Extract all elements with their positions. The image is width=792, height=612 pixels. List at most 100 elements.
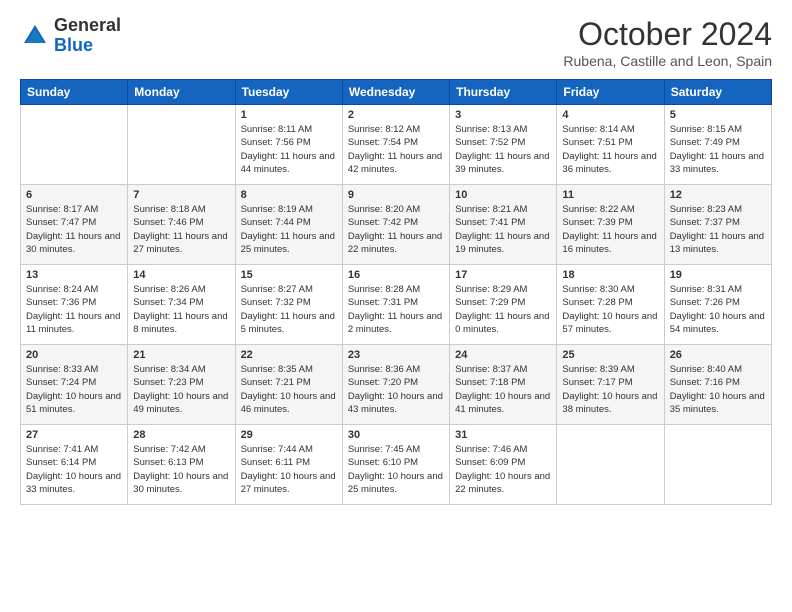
header: General Blue October 2024 Rubena, Castil… [20,16,772,69]
table-cell: 4 Sunrise: 8:14 AM Sunset: 7:51 PM Daylig… [557,105,664,185]
logo-text: General Blue [54,16,121,56]
day-info: Sunrise: 8:20 AM Sunset: 7:42 PM Dayligh… [348,203,444,256]
table-cell: 25 Sunrise: 8:39 AM Sunset: 7:17 PM Dayli… [557,345,664,425]
day-info: Sunrise: 8:19 AM Sunset: 7:44 PM Dayligh… [241,203,337,256]
table-row: 1 Sunrise: 8:11 AM Sunset: 7:56 PM Daylig… [21,105,772,185]
col-friday: Friday [557,80,664,105]
table-cell: 3 Sunrise: 8:13 AM Sunset: 7:52 PM Daylig… [450,105,557,185]
day-info: Sunrise: 8:21 AM Sunset: 7:41 PM Dayligh… [455,203,551,256]
day-number: 24 [455,349,551,361]
table-row: 6 Sunrise: 8:17 AM Sunset: 7:47 PM Daylig… [21,185,772,265]
table-cell: 19Sunrise: 8:31 AM Sunset: 7:26 PM Dayli… [664,265,771,345]
table-cell: 22Sunrise: 8:35 AM Sunset: 7:21 PM Dayli… [235,345,342,425]
month-title: October 2024 [563,16,772,53]
table-cell: 12 Sunrise: 8:23 AM Sunset: 7:37 PM Dayli… [664,185,771,265]
table-cell: 30 Sunrise: 7:45 AM Sunset: 6:10 PM Dayli… [342,425,449,505]
day-number: 12 [670,189,766,201]
header-row: Sunday Monday Tuesday Wednesday Thursday… [21,80,772,105]
col-monday: Monday [128,80,235,105]
day-info: Sunrise: 8:17 AM Sunset: 7:47 PM Dayligh… [26,203,122,256]
table-cell: 13 Sunrise: 8:24 AM Sunset: 7:36 PM Dayli… [21,265,128,345]
table-cell: 28 Sunrise: 7:42 AM Sunset: 6:13 PM Dayli… [128,425,235,505]
day-info: Sunrise: 8:13 AM Sunset: 7:52 PM Dayligh… [455,123,551,176]
table-row: 27 Sunrise: 7:41 AM Sunset: 6:14 PM Dayli… [21,425,772,505]
day-info: Sunrise: 8:33 AM Sunset: 7:24 PM Dayligh… [26,363,122,416]
col-saturday: Saturday [664,80,771,105]
day-info: Sunrise: 8:15 AM Sunset: 7:49 PM Dayligh… [670,123,766,176]
day-number: 27 [26,429,122,441]
day-info: Sunrise: 7:41 AM Sunset: 6:14 PM Dayligh… [26,443,122,496]
day-number: 2 [348,109,444,121]
day-number: 9 [348,189,444,201]
table-cell: 8Sunrise: 8:19 AM Sunset: 7:44 PM Daylig… [235,185,342,265]
day-number: 7 [133,189,229,201]
day-info: Sunrise: 8:24 AM Sunset: 7:36 PM Dayligh… [26,283,122,336]
day-number: 6 [26,189,122,201]
day-number: 3 [455,109,551,121]
day-number: 30 [348,429,444,441]
day-number: 13 [26,269,122,281]
table-row: 20 Sunrise: 8:33 AM Sunset: 7:24 PM Dayli… [21,345,772,425]
day-number: 28 [133,429,229,441]
day-number: 1 [241,109,337,121]
table-cell: 2 Sunrise: 8:12 AM Sunset: 7:54 PM Daylig… [342,105,449,185]
day-number: 20 [26,349,122,361]
day-number: 17 [455,269,551,281]
table-cell [21,105,128,185]
day-info: Sunrise: 8:28 AM Sunset: 7:31 PM Dayligh… [348,283,444,336]
day-number: 25 [562,349,658,361]
table-cell: 18 Sunrise: 8:30 AM Sunset: 7:28 PM Dayli… [557,265,664,345]
day-info: Sunrise: 8:14 AM Sunset: 7:51 PM Dayligh… [562,123,658,176]
calendar-table: Sunday Monday Tuesday Wednesday Thursday… [20,79,772,505]
day-number: 16 [348,269,444,281]
day-info: Sunrise: 8:27 AM Sunset: 7:32 PM Dayligh… [241,283,337,336]
day-info: Sunrise: 8:30 AM Sunset: 7:28 PM Dayligh… [562,283,658,336]
day-info: Sunrise: 8:39 AM Sunset: 7:17 PM Dayligh… [562,363,658,416]
day-number: 10 [455,189,551,201]
table-cell: 11 Sunrise: 8:22 AM Sunset: 7:39 PM Dayli… [557,185,664,265]
day-number: 21 [133,349,229,361]
day-number: 11 [562,189,658,201]
day-info: Sunrise: 8:12 AM Sunset: 7:54 PM Dayligh… [348,123,444,176]
title-area: October 2024 Rubena, Castille and Leon, … [563,16,772,69]
table-cell: 26Sunrise: 8:40 AM Sunset: 7:16 PM Dayli… [664,345,771,425]
day-number: 15 [241,269,337,281]
table-cell: 9 Sunrise: 8:20 AM Sunset: 7:42 PM Daylig… [342,185,449,265]
table-cell: 21Sunrise: 8:34 AM Sunset: 7:23 PM Dayli… [128,345,235,425]
table-cell: 5 Sunrise: 8:15 AM Sunset: 7:49 PM Daylig… [664,105,771,185]
day-info: Sunrise: 8:31 AM Sunset: 7:26 PM Dayligh… [670,283,766,336]
day-number: 5 [670,109,766,121]
day-number: 18 [562,269,658,281]
table-cell: 23Sunrise: 8:36 AM Sunset: 7:20 PM Dayli… [342,345,449,425]
table-cell: 1 Sunrise: 8:11 AM Sunset: 7:56 PM Daylig… [235,105,342,185]
col-sunday: Sunday [21,80,128,105]
day-number: 4 [562,109,658,121]
day-number: 14 [133,269,229,281]
day-info: Sunrise: 8:11 AM Sunset: 7:56 PM Dayligh… [241,123,337,176]
day-number: 22 [241,349,337,361]
day-info: Sunrise: 7:46 AM Sunset: 6:09 PM Dayligh… [455,443,551,496]
day-info: Sunrise: 8:36 AM Sunset: 7:20 PM Dayligh… [348,363,444,416]
table-cell: 27 Sunrise: 7:41 AM Sunset: 6:14 PM Dayli… [21,425,128,505]
day-number: 31 [455,429,551,441]
table-cell: 24 Sunrise: 8:37 AM Sunset: 7:18 PM Dayli… [450,345,557,425]
day-info: Sunrise: 7:42 AM Sunset: 6:13 PM Dayligh… [133,443,229,496]
day-info: Sunrise: 7:44 AM Sunset: 6:11 PM Dayligh… [241,443,337,496]
table-row: 13 Sunrise: 8:24 AM Sunset: 7:36 PM Dayli… [21,265,772,345]
table-cell: 29 Sunrise: 7:44 AM Sunset: 6:11 PM Dayli… [235,425,342,505]
logo-general: General [54,15,121,35]
day-info: Sunrise: 8:22 AM Sunset: 7:39 PM Dayligh… [562,203,658,256]
table-cell: 20 Sunrise: 8:33 AM Sunset: 7:24 PM Dayli… [21,345,128,425]
day-number: 26 [670,349,766,361]
col-thursday: Thursday [450,80,557,105]
table-cell: 15 Sunrise: 8:27 AM Sunset: 7:32 PM Dayli… [235,265,342,345]
logo-icon [20,21,50,51]
day-info: Sunrise: 8:37 AM Sunset: 7:18 PM Dayligh… [455,363,551,416]
table-cell [128,105,235,185]
day-info: Sunrise: 7:45 AM Sunset: 6:10 PM Dayligh… [348,443,444,496]
day-info: Sunrise: 8:23 AM Sunset: 7:37 PM Dayligh… [670,203,766,256]
table-cell: 17Sunrise: 8:29 AM Sunset: 7:29 PM Dayli… [450,265,557,345]
table-cell: 31 Sunrise: 7:46 AM Sunset: 6:09 PM Dayli… [450,425,557,505]
day-number: 29 [241,429,337,441]
logo: General Blue [20,16,121,56]
